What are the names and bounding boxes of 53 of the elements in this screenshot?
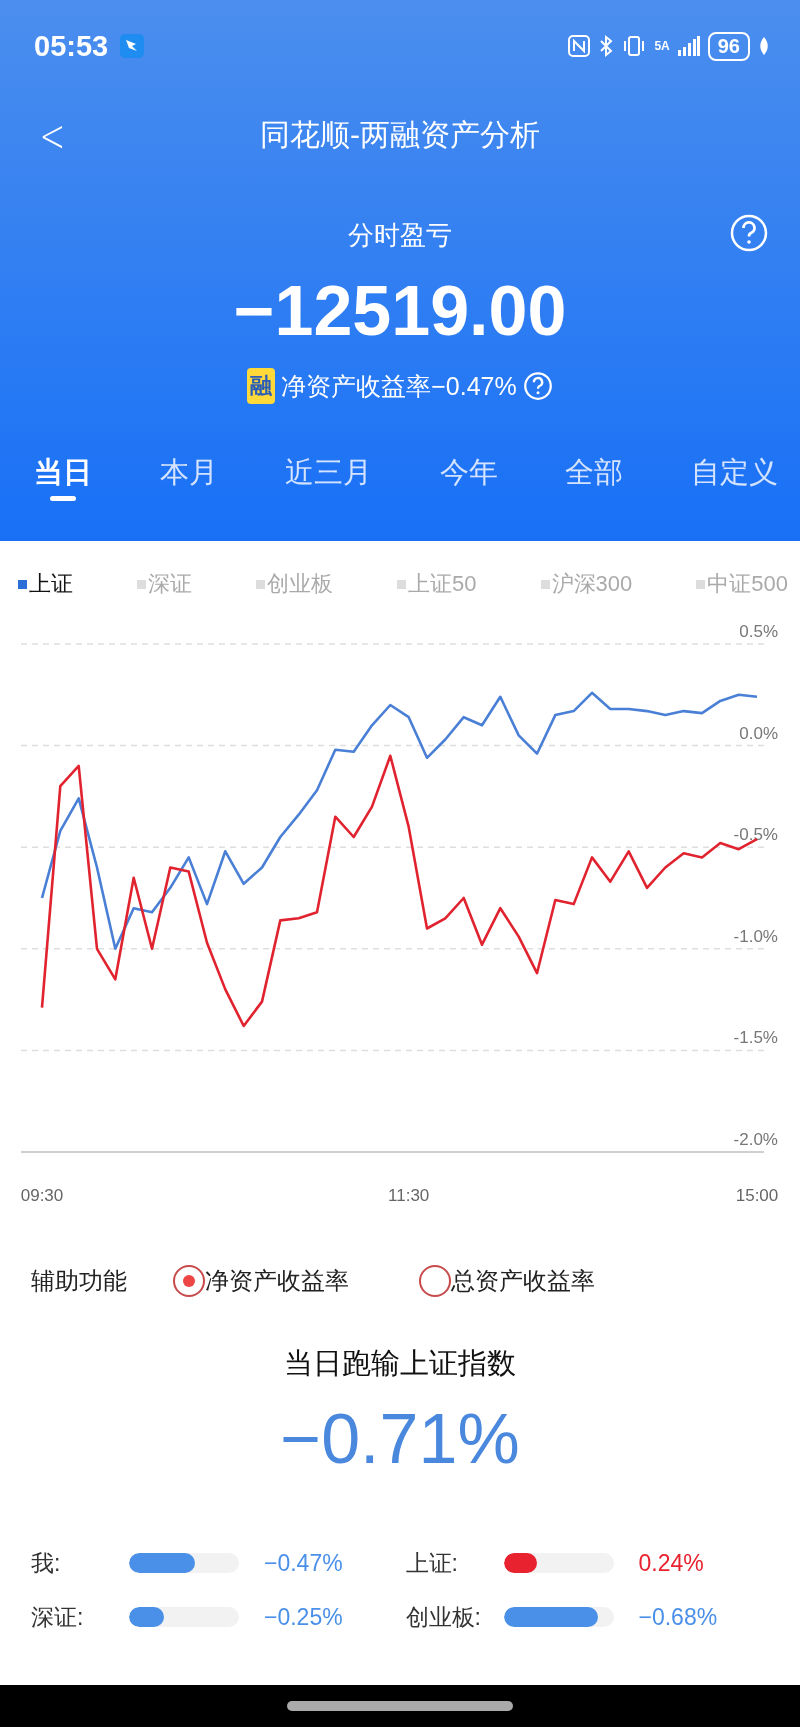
x-tick-label: 11:30: [388, 1186, 430, 1205]
period-tab[interactable]: 自定义: [684, 445, 784, 507]
bar-label: 深证:: [31, 1602, 85, 1632]
period-tab[interactable]: 近三月: [279, 445, 379, 507]
comparison-title: 当日跑输上证指数: [283, 1346, 517, 1381]
radio-button[interactable]: [173, 1265, 205, 1297]
bluetooth-icon: [598, 35, 615, 57]
nfc-icon: [568, 35, 591, 57]
return-rate-text: 净资产收益率−0.47%: [281, 370, 517, 402]
bar-value: 0.24%: [638, 1549, 704, 1577]
network-type: 5A: [654, 40, 670, 52]
back-button[interactable]: <: [35, 110, 70, 161]
vibrate-icon: [622, 35, 647, 57]
x-tick-label: 15:00: [735, 1186, 779, 1205]
index-option[interactable]: 中证500: [694, 565, 790, 603]
bar-label: 上证:: [405, 1548, 459, 1578]
y-tick-label: 0.5%: [739, 623, 778, 641]
period-tab[interactable]: 本月: [153, 445, 224, 507]
radio-button[interactable]: [419, 1265, 451, 1297]
signal-icon: [677, 36, 700, 56]
app-notification-icon: [120, 34, 145, 58]
y-tick-label: -0.5%: [733, 825, 778, 845]
radio-label[interactable]: 净资产收益率: [205, 1265, 349, 1297]
profit-loss-amount: −12519.00: [232, 271, 568, 352]
bar-value: −0.47%: [264, 1549, 343, 1577]
summary-label: 分时盈亏: [348, 218, 452, 252]
assist-label: 辅助功能: [31, 1266, 127, 1296]
y-tick-label: -2.0%: [733, 1130, 778, 1149]
bar-label: 创业板:: [405, 1602, 482, 1632]
period-tab[interactable]: 今年: [433, 445, 504, 507]
bar-label: 我:: [31, 1548, 62, 1578]
help-icon[interactable]: [729, 213, 769, 253]
period-tab[interactable]: 全部: [559, 445, 630, 507]
y-tick-label: -1.5%: [733, 1028, 778, 1048]
bar-value: −0.25%: [264, 1603, 343, 1631]
leaf-icon: [758, 36, 770, 56]
period-tab[interactable]: 当日: [28, 445, 98, 507]
page-title: 同花顺-两融资产分析: [260, 116, 540, 153]
clock-time: 05:53: [34, 29, 109, 63]
battery-level: 96: [707, 31, 750, 61]
margin-badge: 融: [247, 368, 276, 404]
y-tick-label: -1.0%: [733, 926, 778, 946]
index-option[interactable]: 深证: [135, 565, 194, 603]
index-option[interactable]: 上证50: [395, 565, 479, 603]
index-option[interactable]: 沪深300: [538, 565, 635, 603]
index-option[interactable]: 创业板: [254, 565, 336, 603]
index-option[interactable]: 上证: [16, 565, 75, 603]
bar-value: −0.68%: [638, 1603, 718, 1631]
y-tick-label: 0.0%: [739, 723, 778, 743]
comparison-value: −0.71%: [279, 1399, 521, 1480]
help-icon[interactable]: [522, 371, 553, 401]
radio-label[interactable]: 总资产收益率: [451, 1265, 595, 1297]
x-tick-label: 09:30: [20, 1186, 64, 1205]
